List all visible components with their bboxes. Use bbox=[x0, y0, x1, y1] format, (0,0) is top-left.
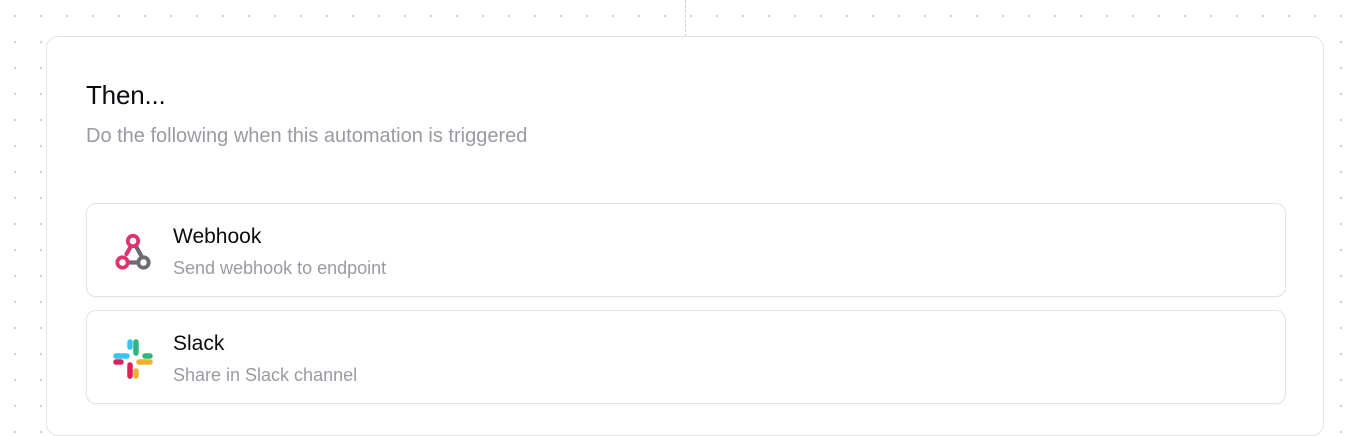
then-actions-panel: Then... Do the following when this autom… bbox=[46, 36, 1324, 436]
panel-title: Then... bbox=[86, 80, 166, 110]
flow-connector-line bbox=[685, 0, 686, 37]
slack-action-card[interactable]: Slack Share in Slack channel bbox=[86, 310, 1286, 404]
panel-subtitle: Do the following when this automation is… bbox=[86, 125, 528, 147]
webhook-title: Webhook bbox=[173, 225, 262, 248]
slack-description: Share in Slack channel bbox=[173, 365, 358, 385]
webhook-icon bbox=[111, 230, 155, 274]
slack-title: Slack bbox=[173, 332, 225, 355]
webhook-description: Send webhook to endpoint bbox=[173, 258, 387, 278]
webhook-action-card[interactable]: Webhook Send webhook to endpoint bbox=[86, 203, 1286, 297]
slack-icon bbox=[111, 337, 155, 381]
